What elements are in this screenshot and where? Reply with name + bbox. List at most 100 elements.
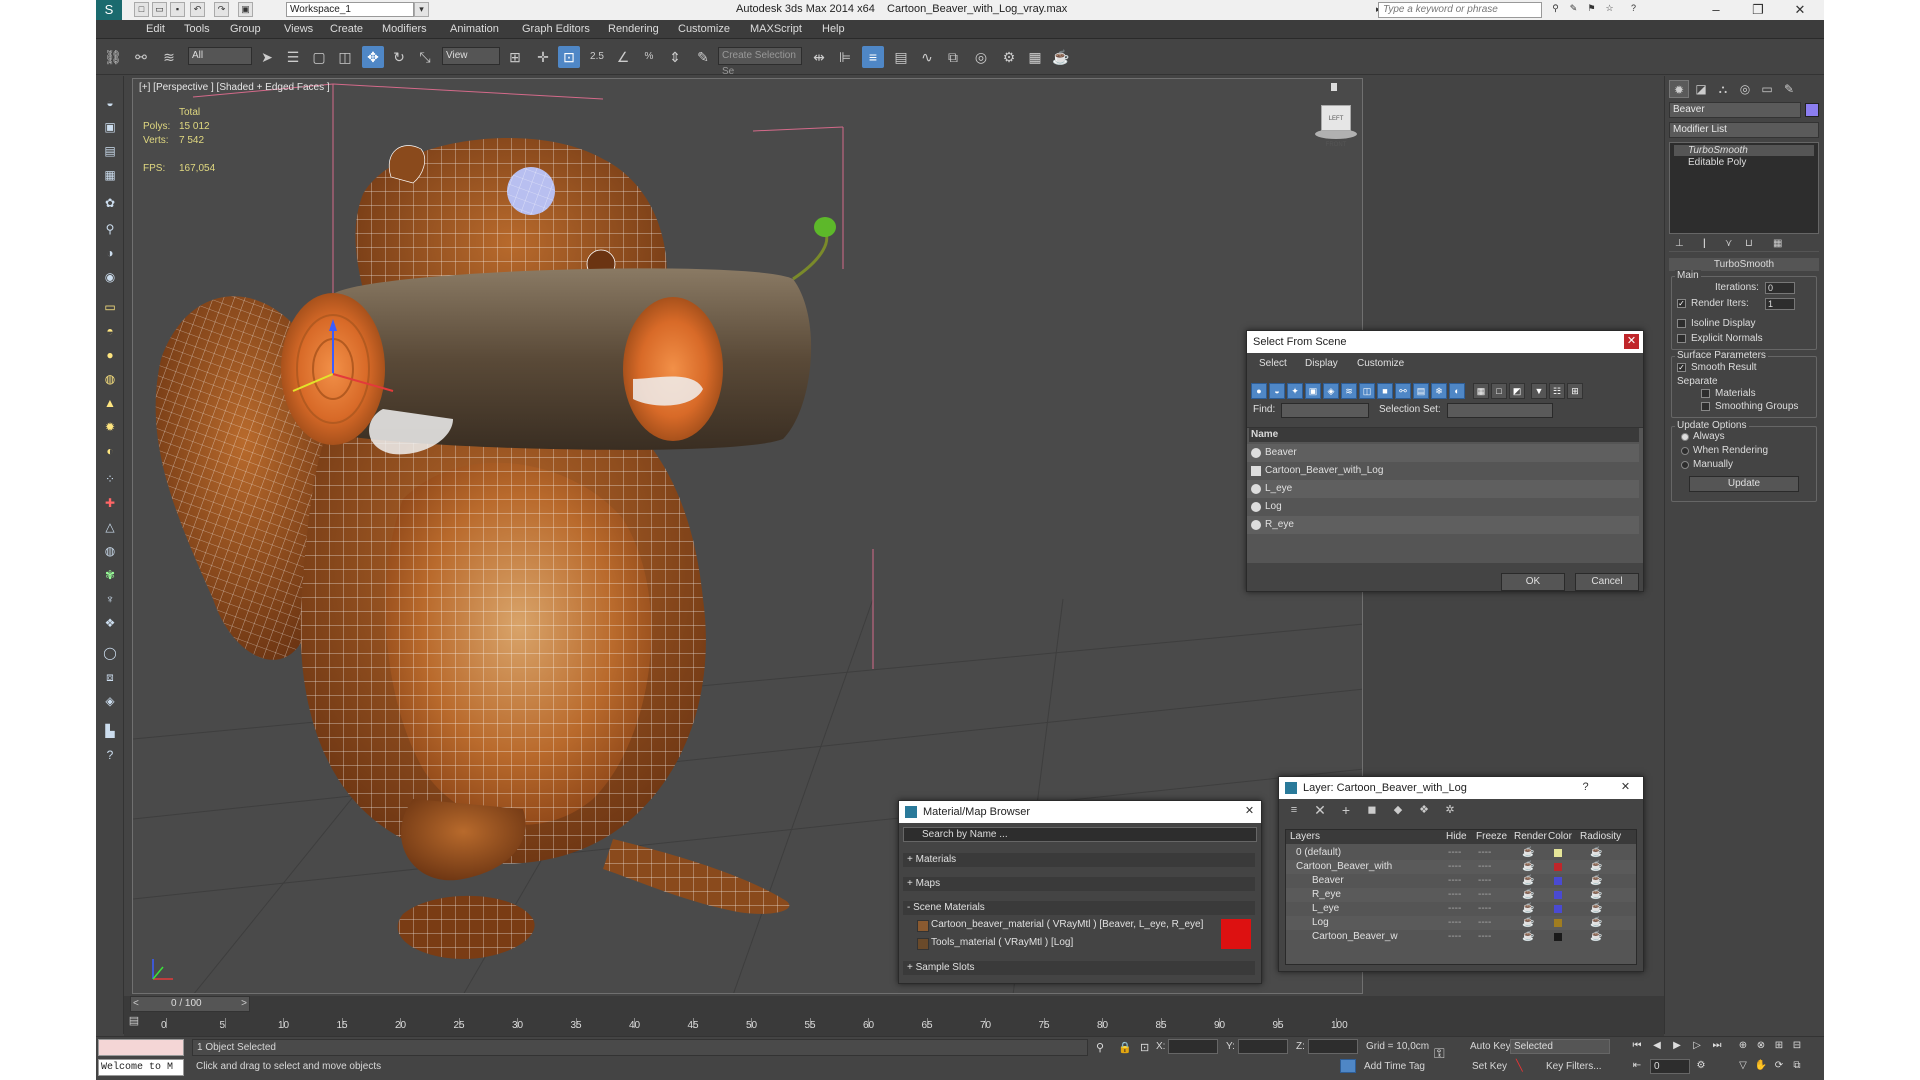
render-teapot-icon[interactable]: ☕ [1522, 930, 1534, 944]
next-frame-icon[interactable]: ▷ [1690, 1039, 1704, 1053]
subscription-icon[interactable]: ✎ [1566, 2, 1581, 17]
display-groups-icon[interactable]: ◫ [1359, 383, 1375, 399]
keyboard-shortcut-override-icon[interactable]: ⊡ [558, 46, 580, 68]
when-rendering-radio[interactable] [1681, 447, 1689, 455]
select-menu-select[interactable]: Select [1259, 355, 1287, 373]
project-folder-icon[interactable]: ▣ [238, 2, 253, 17]
key-icon[interactable]: ⚿ [1434, 1045, 1445, 1062]
render-teapot-icon[interactable]: ☕ [1522, 902, 1534, 916]
unlink-icon[interactable]: ⚯ [130, 46, 152, 68]
layer-name[interactable]: Log [1312, 916, 1329, 930]
col-radiosity[interactable]: Radiosity [1580, 828, 1621, 846]
material-browser-close-icon[interactable]: ✕ [1242, 804, 1257, 819]
render-teapot-icon[interactable]: ☕ [1522, 860, 1534, 874]
layer-dialog-close-icon[interactable]: ✕ [1618, 780, 1633, 795]
explicit-normals-checkbox[interactable] [1677, 334, 1686, 343]
select-dialog-close-icon[interactable]: ✕ [1624, 334, 1639, 349]
render-production-icon[interactable]: ☕ [1050, 46, 1072, 68]
selection-region-icon[interactable]: ▢ [308, 46, 330, 68]
workspace-dropdown[interactable]: Workspace_1 [286, 2, 414, 17]
strip-tool-7-icon[interactable]: ◑ [101, 244, 119, 262]
display-shapes-icon[interactable]: ◒ [1269, 383, 1285, 399]
layer-manager-icon[interactable]: ≡ [862, 46, 884, 68]
modify-tab-icon[interactable]: ◪ [1691, 80, 1711, 98]
app-logo-icon[interactable]: S [96, 0, 122, 20]
particles-icon[interactable]: ⁘ [101, 470, 119, 488]
rendered-frame-window-icon[interactable]: ▦ [1024, 46, 1046, 68]
pan-icon[interactable]: ✋ [1754, 1059, 1768, 1073]
plane-primitive-icon[interactable]: ▭ [101, 298, 119, 316]
percent-snap-icon[interactable]: % [638, 46, 660, 68]
menu-edit[interactable]: Edit [146, 23, 165, 35]
globe-icon[interactable]: ◍ [101, 542, 119, 560]
redo-icon[interactable]: ↷ [214, 2, 229, 17]
hide-toggle[interactable]: ---- [1448, 888, 1461, 902]
plant-icon[interactable]: ✾ [101, 566, 119, 584]
col-color[interactable]: Color [1548, 828, 1572, 846]
time-config-icon[interactable]: ⚙ [1694, 1059, 1708, 1073]
hide-all-icon[interactable]: ❖ [1415, 801, 1433, 819]
menu-tools[interactable]: Tools [184, 23, 210, 35]
freeze-all-icon[interactable]: ✲ [1441, 801, 1459, 819]
dependencies-icon[interactable]: ⊞ [1567, 383, 1583, 399]
link-icon[interactable]: ⛓ [102, 46, 124, 68]
new-file-icon[interactable]: □ [134, 2, 149, 17]
menu-views[interactable]: Views [284, 23, 313, 35]
display-tab-icon[interactable]: ▭ [1757, 80, 1777, 98]
current-frame-field[interactable]: 0 [1650, 1059, 1690, 1074]
zoom-extents-icon[interactable]: ⊞ [1772, 1039, 1786, 1053]
terrain-icon[interactable]: ❖ [101, 614, 119, 632]
schematic-view-icon[interactable]: ⧉ [942, 46, 964, 68]
absolute-mode-icon[interactable]: ⊡ [1140, 1041, 1149, 1054]
hair-icon[interactable]: ♆ [101, 590, 119, 608]
key-mode-dropdown[interactable]: Selected [1510, 1039, 1610, 1054]
helper-icon[interactable]: ✚ [101, 494, 119, 512]
named-selection-set-dropdown[interactable]: Create Selection Se [718, 47, 802, 77]
freeze-toggle[interactable]: ---- [1478, 930, 1491, 944]
selection-filter-dropdown[interactable]: All [188, 47, 252, 65]
viewport-label[interactable]: [+] [Perspective ] [Shaded + Edged Faces… [139, 82, 330, 93]
radiosity-icon[interactable]: ☕ [1590, 916, 1602, 930]
highlight-selected-icon[interactable]: ◆ [1389, 801, 1407, 819]
hide-toggle[interactable]: ---- [1448, 930, 1461, 944]
delete-layer-icon[interactable]: ✕ [1311, 801, 1329, 819]
maxscript-listener-top[interactable] [98, 1039, 184, 1056]
undo-icon[interactable]: ↶ [190, 2, 205, 17]
layer-name[interactable]: 0 (default) [1296, 846, 1341, 860]
track-bar-icon[interactable]: ▤ [124, 1014, 144, 1032]
zoom-icon[interactable]: ⊕ [1736, 1039, 1750, 1053]
layer-row[interactable]: 0 (default) ---- ---- ☕ ☕ [1286, 846, 1636, 860]
layer-name[interactable]: L_eye [1312, 902, 1339, 916]
stack-turbosmooth[interactable]: TurboSmooth [1674, 145, 1814, 156]
menu-modifiers[interactable]: Modifiers [382, 23, 427, 35]
camera-icon[interactable]: ⧈ [101, 668, 119, 686]
geometry-icon[interactable]: △ [101, 518, 119, 536]
layer-help-icon[interactable]: ? [1578, 780, 1593, 795]
time-slider[interactable]: < 0 / 100 > [130, 996, 250, 1012]
layer-name[interactable]: Cartoon_Beaver_with [1296, 860, 1392, 874]
select-by-name-icon[interactable]: ☰ [282, 46, 304, 68]
scene-material-item[interactable]: Cartoon_beaver_material ( VRayMtl ) [Bea… [913, 917, 1253, 933]
menu-graph-editors[interactable]: Graph Editors [522, 23, 590, 35]
layer-row[interactable]: Beaver ---- ---- ☕ ☕ [1286, 874, 1636, 888]
utilities-tab-icon[interactable]: ✎ [1779, 80, 1799, 98]
maximize-button[interactable]: ❐ [1738, 0, 1778, 20]
orbit-icon[interactable]: ⟳ [1772, 1059, 1786, 1073]
material-editor-icon[interactable]: ◎ [970, 46, 992, 68]
cone-icon[interactable]: ▲ [101, 394, 119, 412]
add-to-layer-icon[interactable]: + [1337, 801, 1355, 819]
half-sphere-icon[interactable]: ◓ [101, 322, 119, 340]
object-color-swatch[interactable] [1805, 103, 1819, 117]
remove-modifier-icon[interactable]: ⊔ [1745, 238, 1753, 249]
menu-animation[interactable]: Animation [450, 23, 499, 35]
show-end-result-icon[interactable]: | [1703, 238, 1706, 249]
sphere-icon[interactable]: ● [101, 346, 119, 364]
radiosity-icon[interactable]: ☕ [1590, 888, 1602, 902]
lock-icon[interactable]: 🔒 [1118, 1041, 1132, 1054]
layer-color-swatch[interactable] [1554, 863, 1562, 871]
display-hidden-icon[interactable]: ◐ [1449, 383, 1465, 399]
render-teapot-icon[interactable]: ☕ [1522, 874, 1534, 888]
key-filters-button[interactable]: Key Filters... [1546, 1061, 1602, 1072]
layer-row[interactable]: R_eye ---- ---- ☕ ☕ [1286, 888, 1636, 902]
make-unique-icon[interactable]: ⋎ [1725, 238, 1732, 249]
